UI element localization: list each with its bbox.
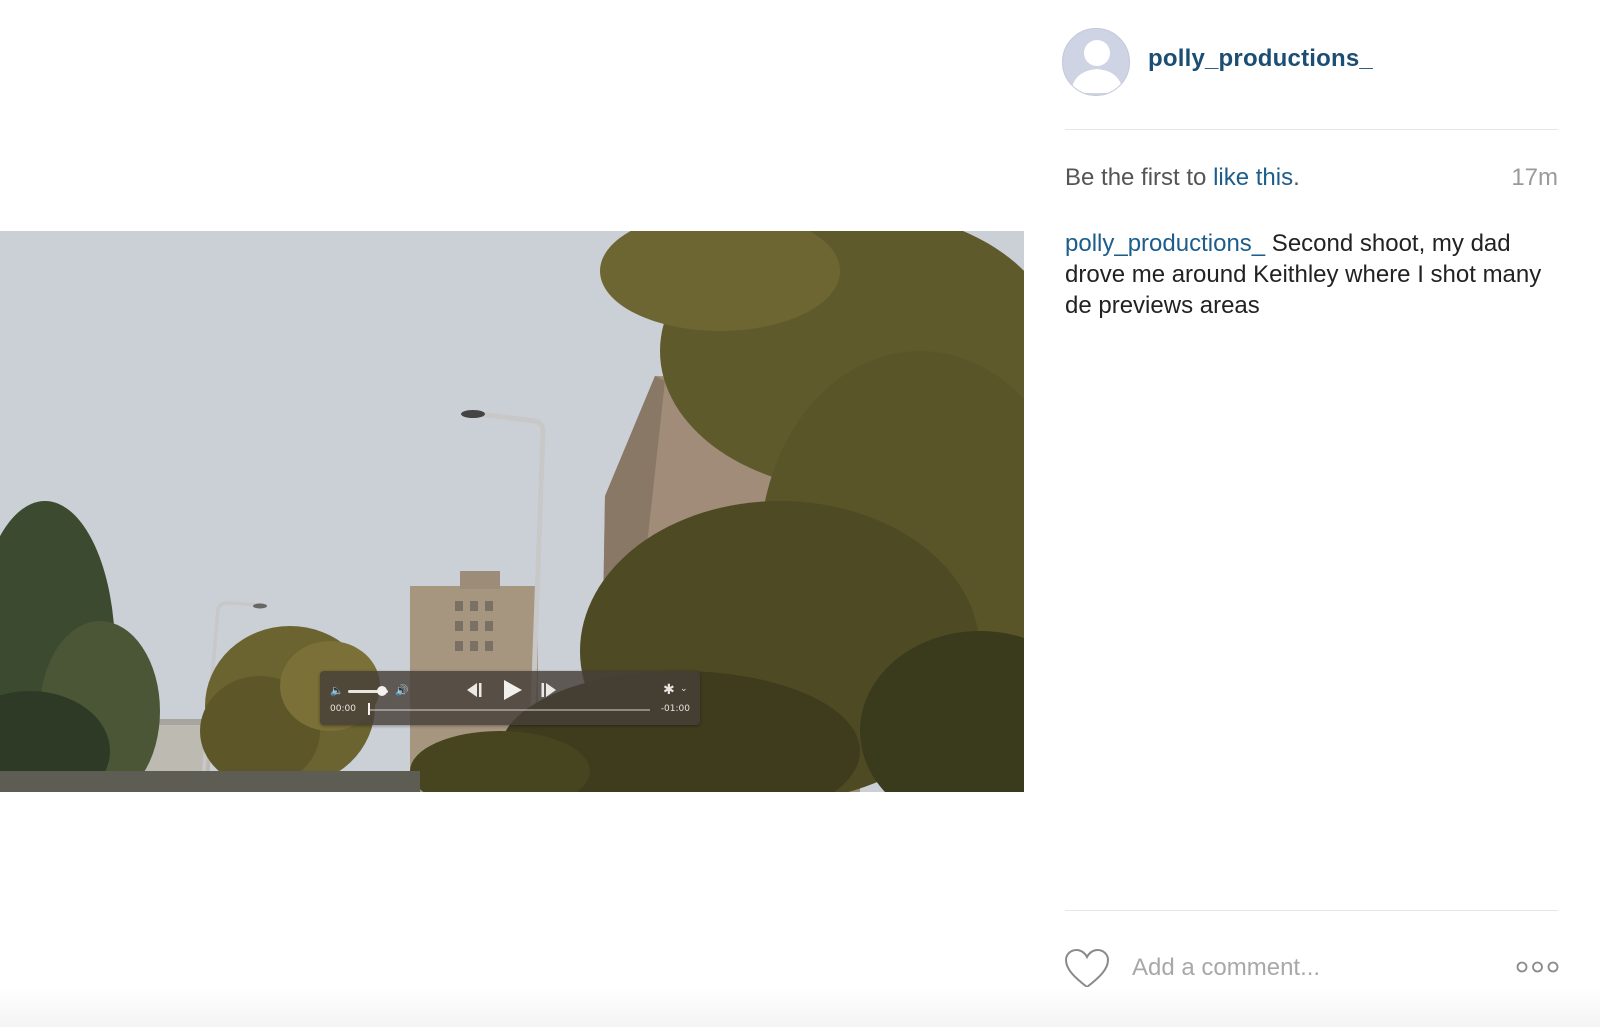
post-timestamp[interactable]: 17m [1511,164,1558,192]
likes-prefix: Be the first to [1065,164,1214,191]
likes-summary: Be the first to like this. [1065,164,1300,192]
footer-divider [1065,910,1558,911]
post-author-username[interactable]: polly_productions_ [1148,45,1373,73]
play-icon[interactable] [500,678,524,702]
avatar[interactable] [1062,28,1130,96]
speaker-low-icon[interactable]: 🔈 [330,684,344,697]
remaining-time: -01:00 [660,704,690,714]
like-this-link[interactable]: like this [1213,164,1293,191]
scrub-playhead[interactable] [368,703,370,715]
header-divider [1065,129,1558,130]
speaker-high-icon[interactable]: 🔊 [395,684,409,697]
volume-knob[interactable] [377,686,387,696]
current-time: 00:00 [330,704,356,714]
skip-forward-icon[interactable] [538,681,560,699]
post-caption: polly_productions_ Second shoot, my dad … [1065,228,1560,321]
more-options-icon[interactable] [1515,960,1560,974]
likes-suffix: . [1293,164,1300,191]
gear-icon[interactable]: ✱ [663,682,675,698]
video-controller: 🔈 🔊 ✱ ⌄ 00:00 -01:00 [320,671,700,725]
scrub-bar[interactable] [368,709,650,711]
heart-outline-icon[interactable] [1064,948,1110,990]
video-player[interactable]: 🔈 🔊 ✱ ⌄ 00:00 -01:00 [0,231,1024,792]
chevron-down-icon[interactable]: ⌄ [680,684,688,694]
default-user-avatar-icon [1071,40,1123,93]
comment-input[interactable] [1132,950,1462,986]
page-bottom-fade [0,987,1600,1027]
skip-back-icon[interactable] [463,681,485,699]
caption-username[interactable]: polly_productions_ [1065,230,1265,257]
